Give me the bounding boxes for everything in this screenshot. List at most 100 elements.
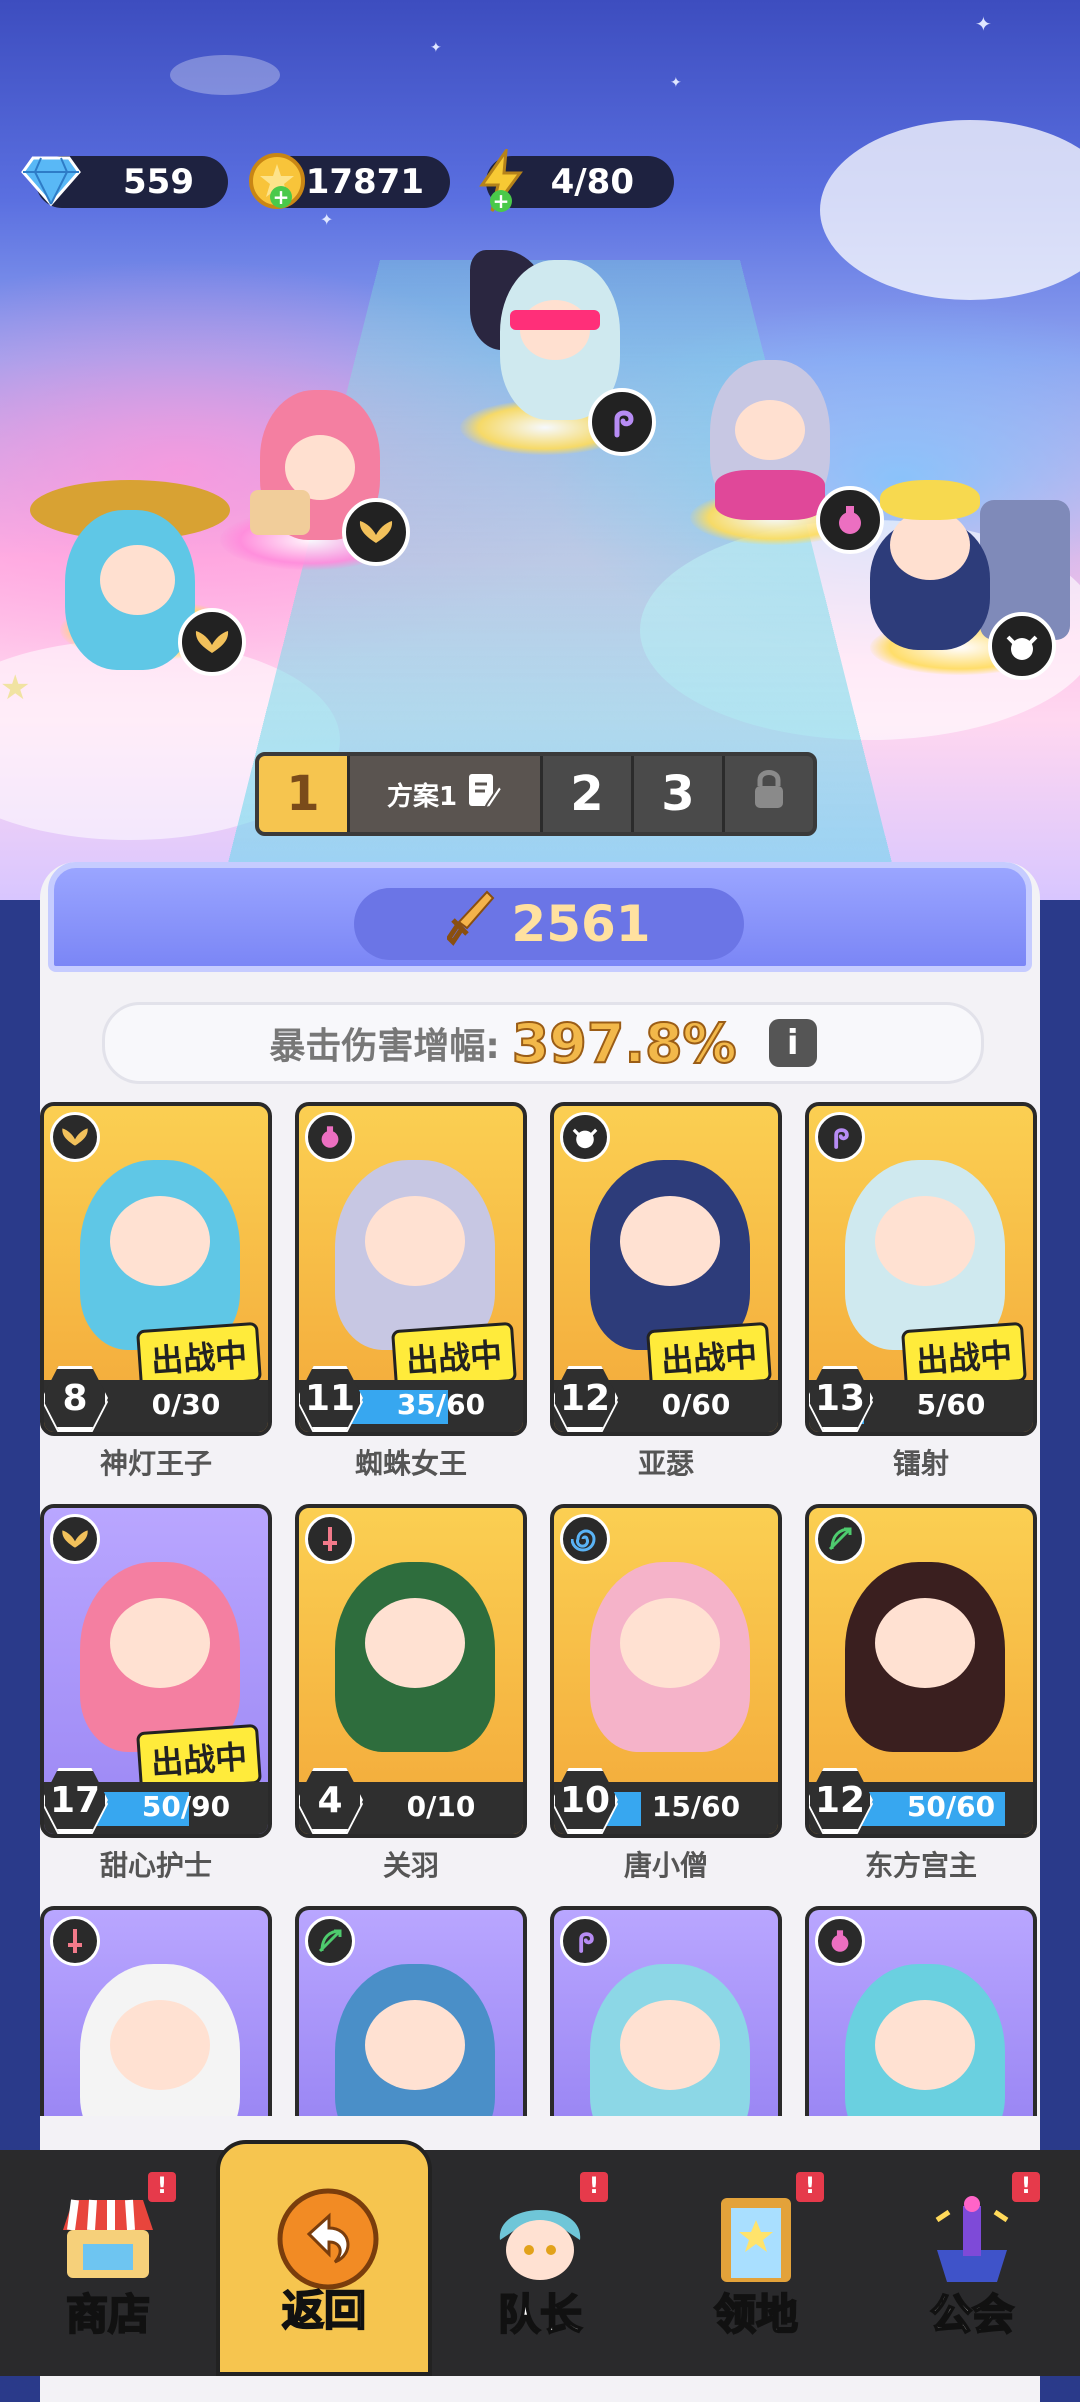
hero-face	[365, 2000, 465, 2090]
wings-icon	[50, 1112, 100, 1162]
wings-icon	[178, 608, 246, 676]
sword-icon	[447, 890, 495, 958]
wings-icon	[50, 1514, 100, 1564]
nav-label: 公会	[864, 2281, 1080, 2342]
cow-icon	[560, 1112, 610, 1162]
bottom-nav: 商店! 返回 队长! 领地! 公会!	[0, 2150, 1080, 2376]
shard-progress-text: 35/60	[359, 1388, 523, 1421]
diamond-icon	[18, 148, 84, 214]
return-icon	[273, 2184, 373, 2280]
hero-card[interactable]	[550, 1906, 782, 2116]
shop-icon	[53, 2190, 153, 2286]
alert-badge: !	[580, 2172, 608, 2202]
hero-name: 唐小僧	[550, 1844, 782, 1884]
spiral-icon	[560, 1514, 610, 1564]
coin-value: 17871	[306, 162, 424, 202]
formation-tabs: 1 方案1 2 3	[255, 752, 817, 836]
shard-progress-text: 0/30	[104, 1388, 268, 1421]
add-coins-icon[interactable]: +	[270, 186, 292, 208]
cow-icon	[988, 612, 1056, 680]
diamond-counter[interactable]: 559	[36, 156, 228, 208]
hero-face	[110, 1598, 210, 1688]
hero-card[interactable]	[40, 1906, 272, 2116]
hero-face	[875, 1196, 975, 1286]
tab-formation-3[interactable]: 3	[631, 756, 722, 832]
sword-icon	[305, 1514, 355, 1564]
nav-label: 商店	[0, 2281, 216, 2342]
lock-icon	[752, 766, 786, 822]
energy-counter[interactable]: + 4/80	[486, 156, 674, 208]
captain-icon	[485, 2190, 585, 2286]
cloud	[820, 120, 1080, 300]
tab-plan-name[interactable]: 方案1	[347, 756, 540, 832]
star-icon: ✦	[670, 75, 682, 91]
lightning-icon: +	[468, 148, 534, 214]
nav-territory[interactable]: 领地!	[648, 2150, 864, 2376]
star-icon: ✦	[975, 12, 992, 36]
hero-card[interactable]	[805, 1906, 1037, 2116]
hook-icon	[815, 1112, 865, 1162]
alert-badge: !	[1012, 2172, 1040, 2202]
edit-icon	[467, 772, 503, 817]
hero-name: 镭射	[805, 1442, 1037, 1482]
guild-icon	[917, 2190, 1017, 2286]
info-icon[interactable]: i	[769, 1019, 817, 1067]
hero-name: 东方宫主	[805, 1844, 1037, 1884]
potion-icon	[305, 1112, 355, 1162]
power-banner: 2561	[48, 862, 1032, 972]
shard-progress-text: 50/60	[869, 1790, 1033, 1823]
shard-progress-text: 15/60	[614, 1790, 778, 1823]
hero-card[interactable]: 出战中 5/60 13	[805, 1102, 1037, 1436]
hook-icon	[588, 388, 656, 456]
hero-card[interactable]: 出战中 50/90 17	[40, 1504, 272, 1838]
coin-icon: +	[244, 148, 310, 214]
nav-guild[interactable]: 公会!	[864, 2150, 1080, 2376]
shard-progress-text: 5/60	[869, 1388, 1033, 1421]
potion-icon	[816, 486, 884, 554]
hero-card[interactable]	[295, 1906, 527, 2116]
alert-badge: !	[796, 2172, 824, 2202]
hero-name: 甜心护士	[40, 1844, 272, 1884]
tab-formation-2[interactable]: 2	[540, 756, 631, 832]
hero-face	[620, 2000, 720, 2090]
hero-face	[875, 2000, 975, 2090]
cloud	[170, 55, 280, 95]
bow-icon	[815, 1514, 865, 1564]
potion-icon	[815, 1916, 865, 1966]
add-energy-icon[interactable]: +	[490, 190, 512, 212]
hero-face	[365, 1598, 465, 1688]
nav-label: 领地	[648, 2281, 864, 2342]
power-value: 2561	[511, 895, 650, 953]
nav-shop[interactable]: 商店!	[0, 2150, 216, 2376]
crit-bonus-bar: 暴击伤害增幅: 397.8% i	[102, 1002, 984, 1084]
bow-icon	[305, 1916, 355, 1966]
hero-face	[620, 1598, 720, 1688]
hero-face	[110, 1196, 210, 1286]
hero-card[interactable]: 0/10 4	[295, 1504, 527, 1838]
energy-value: 4/80	[551, 162, 634, 202]
hero-card[interactable]: 15/60 10	[550, 1504, 782, 1838]
wings-icon	[342, 498, 410, 566]
hero-card[interactable]: 出战中 0/60 12	[550, 1102, 782, 1436]
shard-progress-text: 0/10	[359, 1790, 523, 1823]
tab-formation-locked[interactable]	[722, 756, 813, 832]
hero-face	[110, 2000, 210, 2090]
territory-icon	[701, 2190, 801, 2286]
hero-face	[875, 1598, 975, 1688]
crit-value: 397.8%	[512, 1012, 737, 1075]
nav-label: 队长	[432, 2281, 648, 2342]
star-icon: ✦	[430, 40, 442, 56]
hero-card[interactable]: 50/60 12	[805, 1504, 1037, 1838]
nav-captain[interactable]: 队长!	[432, 2150, 648, 2376]
nav-return[interactable]: 返回	[216, 2140, 432, 2376]
power-display: 2561	[354, 888, 744, 960]
hero-face	[365, 1196, 465, 1286]
diamond-value: 559	[123, 162, 194, 202]
hero-name: 亚瑟	[550, 1442, 782, 1482]
hero-card[interactable]: 出战中 35/60 11	[295, 1102, 527, 1436]
hero-card[interactable]: 出战中 0/30 8	[40, 1102, 272, 1436]
coin-counter[interactable]: + 17871	[262, 156, 450, 208]
hero-name: 关羽	[295, 1844, 527, 1884]
tab-formation-1[interactable]: 1	[259, 756, 347, 832]
hero-name: 蜘蛛女王	[295, 1442, 527, 1482]
